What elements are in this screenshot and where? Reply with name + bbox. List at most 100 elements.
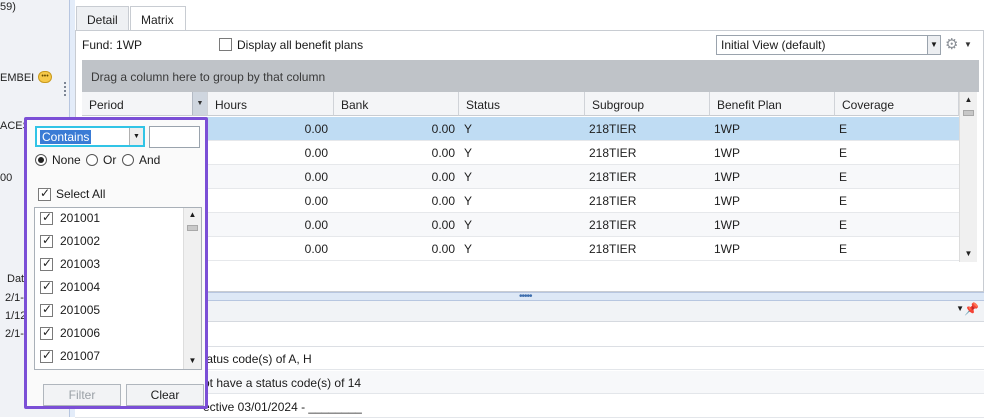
filter-values-list: 201001 201002 201003 201004 201005 20100…: [34, 207, 202, 370]
display-all-label: Display all benefit plans: [237, 38, 364, 52]
cell-coverage: E: [839, 194, 848, 208]
table-row[interactable]: 0.00 0.00 Y 218TIER 1WP E: [82, 165, 959, 189]
tab-detail[interactable]: Detail: [76, 6, 129, 31]
left-date-cell: 2/1‐: [5, 328, 24, 340]
table-row[interactable]: 0.00 0.00 Y 218TIER 1WP E: [82, 213, 959, 237]
cell-status: Y: [464, 170, 473, 184]
cell-bank: 0.00: [431, 242, 455, 256]
column-header-coverage[interactable]: Coverage: [835, 92, 959, 116]
cell-benefit-plan: 1WP: [714, 122, 741, 136]
filter-button[interactable]: Filter: [43, 384, 121, 406]
cell-hours: 0.00: [304, 194, 328, 208]
chevron-down-icon[interactable]: ▼: [129, 128, 143, 145]
fund-label: Fund: 1WP: [82, 38, 143, 52]
grid-scrollbar[interactable]: ▲ ▼: [959, 92, 977, 262]
left-text-fragment: 00: [0, 172, 13, 184]
column-header-status[interactable]: Status: [459, 92, 585, 116]
scroll-thumb[interactable]: [187, 225, 198, 231]
cell-subgroup: 218TIER: [589, 146, 637, 160]
column-header-label: Period: [89, 98, 124, 112]
column-header-period[interactable]: Period ▼: [82, 92, 208, 116]
cell-benefit-plan: 1WP: [714, 218, 741, 232]
cell-coverage: E: [839, 170, 848, 184]
message-text: ective 03/01/2024 - ________: [203, 400, 362, 414]
view-select[interactable]: Initial View (default): [716, 35, 941, 55]
cell-hours: 0.00: [304, 218, 328, 232]
radio-none[interactable]: [35, 154, 47, 166]
radio-and-label: And: [139, 153, 161, 167]
scroll-down-icon[interactable]: ▼: [960, 246, 977, 262]
column-filter-popup: Contains ▼ None Or And Select All 201001…: [24, 117, 208, 409]
gear-icon[interactable]: ⚙: [945, 37, 958, 52]
cell-hours: 0.00: [304, 122, 328, 136]
message-text: tatus code(s) of A, H: [203, 352, 312, 366]
cell-hours: 0.00: [304, 242, 328, 256]
item-checkbox[interactable]: [40, 302, 53, 317]
group-by-bar[interactable]: Drag a column here to group by that colu…: [82, 60, 979, 92]
item-checkbox[interactable]: [40, 233, 53, 248]
message-row: ot have a status code(s) of 14: [75, 371, 984, 394]
table-row[interactable]: 0.00 0.00 Y 218TIER 1WP E: [82, 189, 959, 213]
cell-coverage: E: [839, 242, 848, 256]
item-checkbox[interactable]: [40, 348, 53, 363]
column-header-bank[interactable]: Bank: [334, 92, 459, 116]
cell-bank: 0.00: [431, 170, 455, 184]
column-header-subgroup[interactable]: Subgroup: [585, 92, 710, 116]
item-checkbox[interactable]: [40, 256, 53, 271]
message-text: ot have a status code(s) of 14: [203, 376, 362, 390]
filter-dropdown-icon[interactable]: ▼: [192, 92, 207, 115]
item-label: 201004: [60, 280, 101, 294]
item-label: 201005: [60, 303, 101, 317]
scroll-thumb[interactable]: [963, 110, 974, 116]
table-row[interactable]: 0.00 0.00 Y 218TIER 1WP E: [82, 141, 959, 165]
caret-down-icon[interactable]: ▼: [956, 304, 964, 313]
radio-none-label: None: [52, 153, 81, 167]
radio-or[interactable]: [86, 154, 98, 166]
column-header-hours[interactable]: Hours: [208, 92, 334, 116]
item-checkbox[interactable]: [40, 210, 53, 225]
splitter-grip-icon[interactable]: •••••: [519, 292, 532, 302]
item-label: 201007: [60, 349, 101, 363]
cell-bank: 0.00: [431, 194, 455, 208]
cell-status: Y: [464, 146, 473, 160]
cell-benefit-plan: 1WP: [714, 146, 741, 160]
item-checkbox[interactable]: [40, 325, 53, 340]
clear-button[interactable]: Clear: [126, 384, 204, 406]
cell-subgroup: 218TIER: [589, 218, 637, 232]
comment-icon[interactable]: •••: [38, 71, 52, 83]
cell-bank: 0.00: [431, 146, 455, 160]
scroll-up-icon[interactable]: ▲: [960, 92, 977, 108]
radio-and[interactable]: [122, 154, 134, 166]
scroll-down-icon[interactable]: ▼: [184, 356, 201, 365]
caret-down-icon[interactable]: ▼: [964, 40, 972, 49]
filter-value-input[interactable]: [149, 126, 200, 148]
filter-operator-select[interactable]: Contains ▼: [35, 126, 145, 147]
item-label: 201003: [60, 257, 101, 271]
cell-status: Y: [464, 194, 473, 208]
message-row: tatus code(s) of A, H: [75, 347, 984, 370]
drag-handle[interactable]: [64, 82, 66, 96]
scroll-up-icon[interactable]: ▲: [184, 210, 201, 219]
table-row[interactable]: 0.00 0.00 Y 218TIER 1WP E: [82, 117, 959, 141]
cell-benefit-plan: 1WP: [714, 170, 741, 184]
item-label: 201006: [60, 326, 101, 340]
tab-matrix[interactable]: Matrix: [130, 6, 186, 32]
item-label: 201002: [60, 234, 101, 248]
select-all-label: Select All: [56, 187, 106, 201]
cell-hours: 0.00: [304, 170, 328, 184]
select-all-checkbox[interactable]: [38, 186, 51, 201]
item-checkbox[interactable]: [40, 279, 53, 294]
table-row[interactable]: 0.00 0.00 Y 218TIER 1WP E: [82, 237, 959, 261]
cell-subgroup: 218TIER: [589, 242, 637, 256]
left-text-fragment: 59): [0, 1, 16, 13]
message-row: ective 03/01/2024 - ________: [75, 395, 984, 418]
column-header-benefit-plan[interactable]: Benefit Plan: [710, 92, 835, 116]
cell-subgroup: 218TIER: [589, 122, 637, 136]
list-scrollbar[interactable]: ▲ ▼: [183, 208, 201, 369]
left-text-fragment: EMBEI: [0, 72, 35, 84]
display-all-checkbox[interactable]: [219, 38, 232, 51]
pin-icon[interactable]: 📌: [964, 302, 979, 316]
radio-or-label: Or: [103, 153, 117, 167]
cell-coverage: E: [839, 122, 848, 136]
chevron-down-icon[interactable]: ▼: [927, 35, 941, 55]
